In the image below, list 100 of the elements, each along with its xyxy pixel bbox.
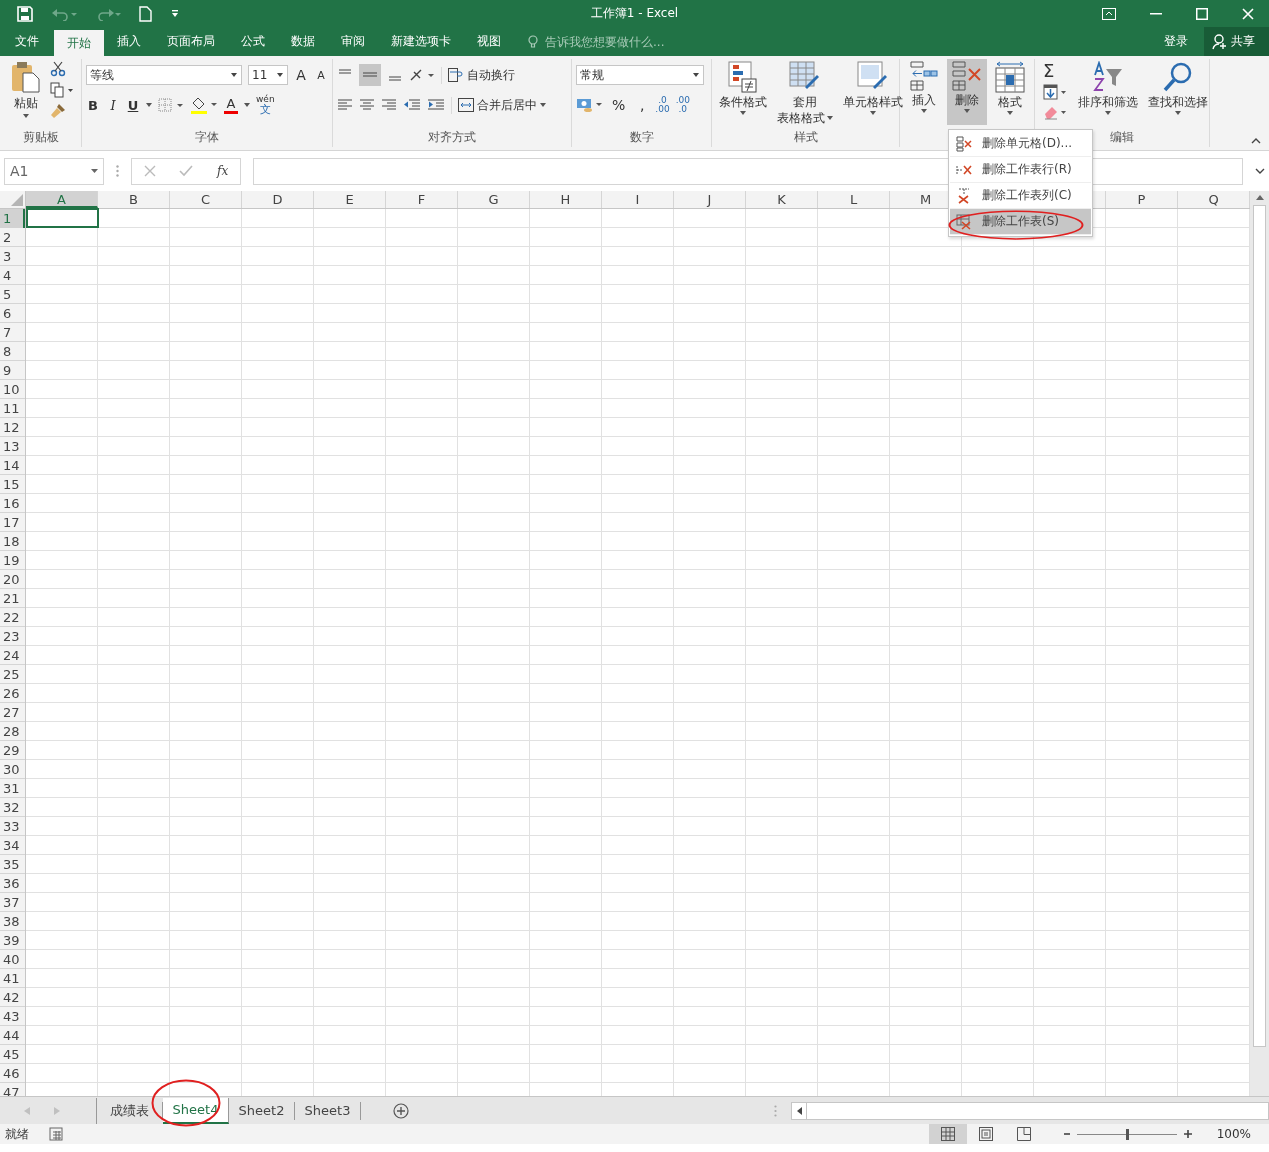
add-sheet-icon[interactable]: [393, 1102, 409, 1119]
font-color-button[interactable]: A: [224, 96, 238, 114]
expand-icon[interactable]: [1255, 168, 1265, 174]
active-cell[interactable]: [26, 208, 99, 228]
row-header[interactable]: 18: [0, 532, 25, 551]
align-right-icon[interactable]: [381, 99, 397, 111]
row-header[interactable]: 44: [0, 1026, 25, 1045]
row-header[interactable]: 22: [0, 608, 25, 627]
increase-indent-icon[interactable]: [427, 99, 445, 111]
font-name-field[interactable]: 等线: [86, 65, 242, 85]
sign-in-link[interactable]: 登录: [1148, 27, 1204, 56]
scissors-icon[interactable]: [50, 61, 66, 77]
row-header[interactable]: 23: [0, 627, 25, 646]
paste-button[interactable]: 粘贴: [8, 59, 44, 127]
row-header[interactable]: 15: [0, 475, 25, 494]
row-header[interactable]: 30: [0, 760, 25, 779]
zoom-slider[interactable]: [1125, 1128, 1129, 1140]
row-header[interactable]: 39: [0, 931, 25, 950]
close-icon[interactable]: [1242, 7, 1254, 20]
macro-record-icon[interactable]: [49, 1127, 63, 1141]
row-header[interactable]: 10: [0, 380, 25, 399]
copy-icon[interactable]: [50, 82, 74, 98]
row-header[interactable]: 45: [0, 1045, 25, 1064]
underline-button[interactable]: U: [126, 97, 140, 113]
bold-button[interactable]: B: [86, 97, 100, 113]
row-header[interactable]: 24: [0, 646, 25, 665]
row-header[interactable]: 26: [0, 684, 25, 703]
ribbon-tab[interactable]: 视图: [464, 27, 514, 56]
column-header[interactable]: L: [818, 191, 890, 208]
fill-down-icon[interactable]: [1043, 84, 1067, 100]
menu-item[interactable]: 删除工作表行(R): [950, 157, 1091, 183]
cells-button[interactable]: 删除: [947, 59, 987, 125]
insert-function-button[interactable]: fx: [217, 164, 229, 178]
column-header[interactable]: E: [314, 191, 386, 208]
row-header[interactable]: 11: [0, 399, 25, 418]
row-header[interactable]: 9: [0, 361, 25, 380]
row-header[interactable]: 12: [0, 418, 25, 437]
ribbon-tab[interactable]: 页面布局: [154, 27, 228, 56]
row-header[interactable]: 41: [0, 969, 25, 988]
styles-button[interactable]: 条件格式: [716, 59, 770, 127]
percent-button[interactable]: %: [608, 97, 630, 113]
row-header[interactable]: 46: [0, 1064, 25, 1083]
collapse-ribbon-icon[interactable]: [1251, 138, 1261, 144]
row-header[interactable]: 19: [0, 551, 25, 570]
row-header[interactable]: 2: [0, 228, 25, 247]
row-header[interactable]: 27: [0, 703, 25, 722]
editing-button[interactable]: 查找和选择: [1145, 59, 1211, 127]
row-header[interactable]: 43: [0, 1007, 25, 1026]
sheet-tab[interactable]: Sheet2: [229, 1101, 295, 1120]
name-box[interactable]: A1: [4, 157, 104, 185]
minimize-icon[interactable]: [1150, 12, 1162, 15]
row-header[interactable]: 38: [0, 912, 25, 931]
merge-center-button[interactable]: 合并后居中: [451, 96, 546, 114]
ribbon-tab[interactable]: 审阅: [328, 27, 378, 56]
horizontal-scrollbar[interactable]: [791, 1101, 1269, 1120]
row-header[interactable]: 16: [0, 494, 25, 513]
caret-icon[interactable]: [146, 103, 152, 107]
comma-button[interactable]: ,: [635, 97, 650, 113]
row-header[interactable]: 29: [0, 741, 25, 760]
wrap-text-button[interactable]: 自动换行: [441, 66, 515, 84]
phonetic-guide-button[interactable]: wén 文: [256, 95, 275, 115]
shrink-font-button[interactable]: A: [314, 68, 328, 82]
ribbon-tab[interactable]: 公式: [228, 27, 278, 56]
styles-button[interactable]: 套用 表格格式: [774, 59, 836, 127]
grow-font-button[interactable]: A: [294, 67, 308, 83]
ribbon-tab[interactable]: 插入: [104, 27, 154, 56]
maximize-icon[interactable]: [1196, 7, 1208, 20]
row-header[interactable]: 21: [0, 589, 25, 608]
row-header[interactable]: 40: [0, 950, 25, 969]
menu-item[interactable]: 删除工作表(S): [950, 209, 1091, 235]
align-left-icon[interactable]: [337, 99, 353, 111]
sheet-tab[interactable]: Sheet4: [163, 1097, 229, 1124]
ribbon-tab[interactable]: 数据: [278, 27, 328, 56]
row-header[interactable]: 3: [0, 247, 25, 266]
editing-button[interactable]: 排序和筛选: [1075, 59, 1141, 127]
share-button[interactable]: 共享: [1204, 27, 1269, 56]
autosum-button[interactable]: Σ: [1043, 62, 1067, 80]
decrease-indent-icon[interactable]: [403, 99, 421, 111]
row-header[interactable]: 8: [0, 342, 25, 361]
tell-me-field[interactable]: 告诉我您想要做什么...: [543, 33, 687, 50]
cells-button[interactable]: 格式: [990, 59, 1030, 125]
new-file-icon[interactable]: [139, 5, 152, 22]
column-header[interactable]: D: [242, 191, 314, 208]
zoom-in-icon[interactable]: [1182, 1129, 1193, 1139]
row-header[interactable]: 5: [0, 285, 25, 304]
row-header[interactable]: 37: [0, 893, 25, 912]
fill-color-icon[interactable]: [190, 96, 218, 114]
ribbon-display-icon[interactable]: [1102, 7, 1116, 20]
format-painter-icon[interactable]: [50, 103, 66, 119]
row-header[interactable]: 31: [0, 779, 25, 798]
zoom-level[interactable]: 100%: [1216, 1127, 1269, 1141]
orientation-icon[interactable]: [409, 68, 435, 82]
increase-decimal-button[interactable]: .0 .00: [655, 96, 670, 114]
column-header[interactable]: F: [386, 191, 458, 208]
row-header[interactable]: 20: [0, 570, 25, 589]
column-header[interactable]: B: [98, 191, 170, 208]
drag-handle-icon[interactable]: [116, 165, 119, 177]
customize-icon[interactable]: [170, 8, 180, 19]
vertical-scrollbar[interactable]: [1250, 191, 1269, 1096]
column-header[interactable]: G: [458, 191, 530, 208]
